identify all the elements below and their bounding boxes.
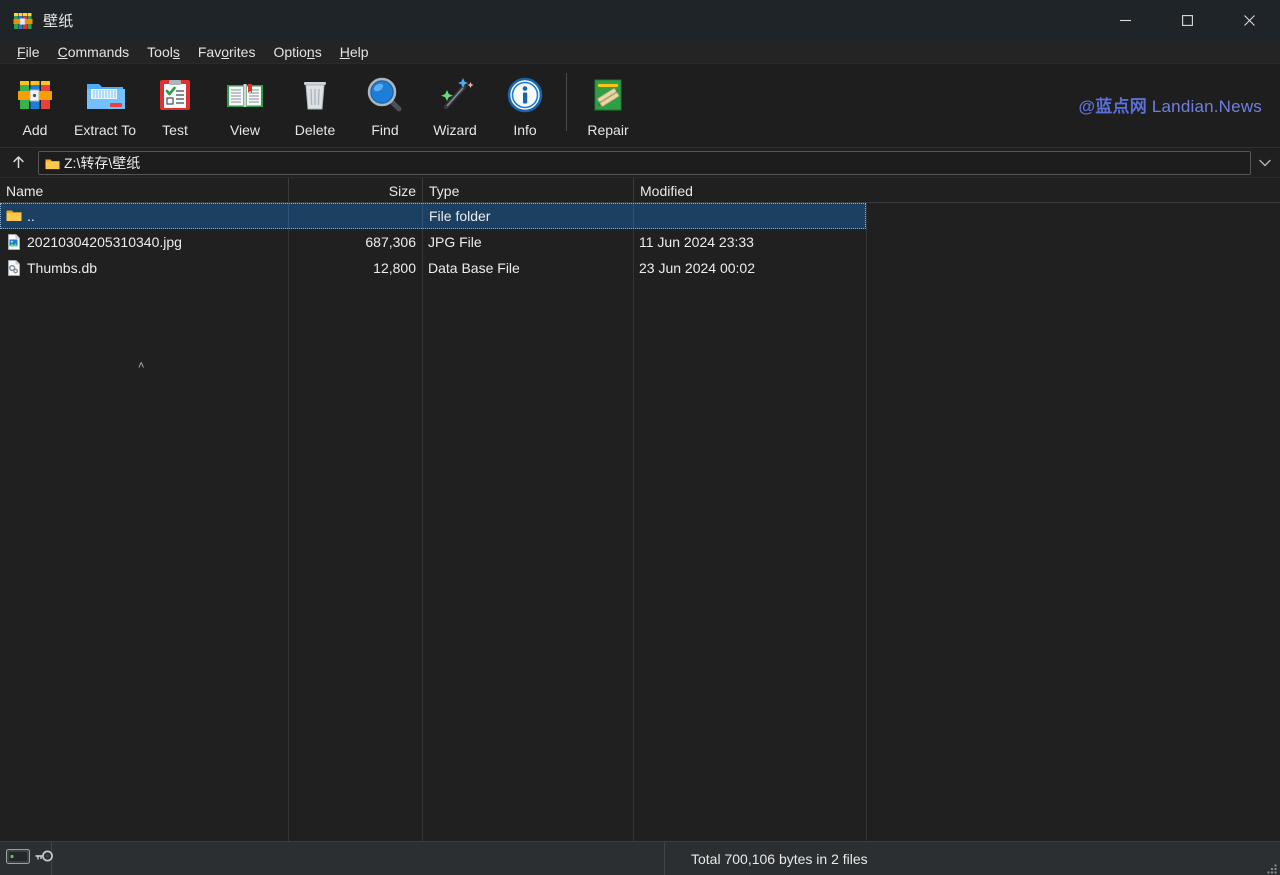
menu-options[interactable]: Options xyxy=(264,41,330,63)
cell-type: Data Base File xyxy=(428,260,520,276)
toolbar-button-add[interactable]: Add xyxy=(0,69,70,143)
cell-modified xyxy=(633,203,866,229)
resize-grip-icon[interactable] xyxy=(1266,861,1277,874)
cell-size xyxy=(288,203,422,229)
toolbar-button-wizard[interactable]: Wizard xyxy=(420,69,490,143)
status-icons xyxy=(0,841,53,875)
window-title: 壁纸 xyxy=(43,13,74,30)
toolbar-label-delete: Delete xyxy=(294,122,336,138)
toolbar-label-test: Test xyxy=(162,122,188,138)
watermark: @蓝点网 Landian.News xyxy=(1079,92,1262,117)
arrow-up-icon[interactable] xyxy=(4,150,32,176)
column-divider-modified[interactable] xyxy=(866,203,867,841)
minimize-button[interactable] xyxy=(1094,0,1156,41)
column-header-size[interactable]: Size xyxy=(288,178,422,202)
toolbar-button-repair[interactable]: Repair xyxy=(573,69,643,143)
cell-name: 20210304205310340.jpg xyxy=(0,229,288,255)
cell-name: .. xyxy=(0,203,288,229)
watermark-cn: @蓝点网 xyxy=(1078,97,1147,116)
cell-modified: 11 Jun 2024 23:33 xyxy=(639,234,754,250)
winrar-books-icon xyxy=(13,11,33,31)
toolbar-label-info: Info xyxy=(513,122,537,138)
wizard-wand-icon xyxy=(433,73,477,117)
folder-icon xyxy=(6,208,22,224)
extract-folder-icon xyxy=(83,73,127,117)
toolbar-label-repair: Repair xyxy=(587,122,629,138)
cell-modified: 23 Jun 2024 00:02 xyxy=(639,260,755,276)
menu-bar: File Commands Tools Favorites Options He… xyxy=(0,41,1280,64)
menu-favorites[interactable]: Favorites xyxy=(189,41,265,63)
toolbar-button-view[interactable]: View xyxy=(210,69,280,143)
menu-help[interactable]: Help xyxy=(331,41,378,63)
cell-name: Thumbs.db xyxy=(0,255,288,281)
column-divider-type[interactable] xyxy=(633,203,634,841)
address-input[interactable]: Z:\转存\壁纸 xyxy=(38,150,1251,175)
window-controls xyxy=(1094,0,1280,41)
toolbar-label-wizard: Wizard xyxy=(433,122,477,138)
toolbar-label-extract-to: Extract To xyxy=(74,122,136,138)
toolbar-label-find: Find xyxy=(371,122,399,138)
cell-type: JPG File xyxy=(428,234,482,250)
file-name: 20210304205310340.jpg xyxy=(27,234,182,250)
status-total-panel: Total 700,106 bytes in 2 files xyxy=(665,842,1280,875)
toolbar-button-find[interactable]: Find xyxy=(350,69,420,143)
folder-icon xyxy=(45,157,60,169)
cell-size: 12,800 xyxy=(373,260,416,276)
file-name: Thumbs.db xyxy=(27,260,98,276)
toolbar-button-test[interactable]: Test xyxy=(140,69,210,143)
toolbar-button-extract-to[interactable]: Extract To xyxy=(70,69,140,143)
toolbar-button-info[interactable]: Info xyxy=(490,69,560,143)
title-bar: 壁纸 xyxy=(0,0,1280,41)
status-bar: Total 700,106 bytes in 2 files xyxy=(0,841,1280,875)
delete-trash-icon xyxy=(293,73,337,117)
close-button[interactable] xyxy=(1218,0,1280,41)
table-row[interactable]: 20210304205310340.jpg 687,306 JPG File 1… xyxy=(0,229,1280,255)
column-header-name[interactable]: Name xyxy=(0,178,288,202)
winrar-window: 壁纸 File Commands Tools Favorites Options… xyxy=(0,0,1280,875)
menu-tools[interactable]: Tools xyxy=(138,41,189,63)
repair-bandage-icon xyxy=(586,73,630,117)
toolbar-separator xyxy=(566,73,567,131)
add-archive-icon xyxy=(13,73,57,117)
key-icon[interactable] xyxy=(34,849,53,868)
toolbar-button-delete[interactable]: Delete xyxy=(280,69,350,143)
info-circle-icon xyxy=(503,73,547,117)
maximize-button[interactable] xyxy=(1156,0,1218,41)
menu-commands[interactable]: Commands xyxy=(49,41,139,63)
drive-icon[interactable] xyxy=(6,848,30,869)
image-file-icon xyxy=(6,234,22,250)
file-list: ˄ Name Size Type Modified .. File folder… xyxy=(0,178,1280,841)
status-total-text: Total 700,106 bytes in 2 files xyxy=(691,850,868,867)
toolbar-label-view: View xyxy=(229,122,261,138)
chevron-down-icon[interactable] xyxy=(1254,150,1276,176)
status-message-panel xyxy=(52,841,665,875)
database-file-icon xyxy=(6,260,22,276)
menu-file[interactable]: File xyxy=(8,41,49,63)
file-list-rows: .. File folder 20210304205310340.jpg 687… xyxy=(0,203,1280,281)
toolbar: Add Extract To Test View Delete Find Wiz… xyxy=(0,64,1280,148)
find-magnifier-icon xyxy=(363,73,407,117)
cell-type: File folder xyxy=(422,203,633,229)
view-book-icon xyxy=(223,73,267,117)
file-list-header: Name Size Type Modified xyxy=(0,178,1280,203)
address-path: Z:\转存\壁纸 xyxy=(64,154,141,171)
test-clipboard-icon xyxy=(153,73,197,117)
sort-indicator: ˄ xyxy=(138,360,145,372)
toolbar-label-add: Add xyxy=(22,122,48,138)
cell-size: 687,306 xyxy=(365,234,416,250)
watermark-en: Landian.News xyxy=(1151,97,1262,116)
column-divider-size[interactable] xyxy=(422,203,423,841)
column-divider-name[interactable] xyxy=(288,203,289,841)
column-header-type[interactable]: Type xyxy=(422,178,633,202)
address-bar: Z:\转存\壁纸 xyxy=(0,148,1280,178)
file-name: .. xyxy=(27,208,35,224)
table-row[interactable]: Thumbs.db 12,800 Data Base File 23 Jun 2… xyxy=(0,255,1280,281)
table-row[interactable]: .. File folder xyxy=(0,203,866,229)
column-header-modified[interactable]: Modified xyxy=(633,178,866,202)
